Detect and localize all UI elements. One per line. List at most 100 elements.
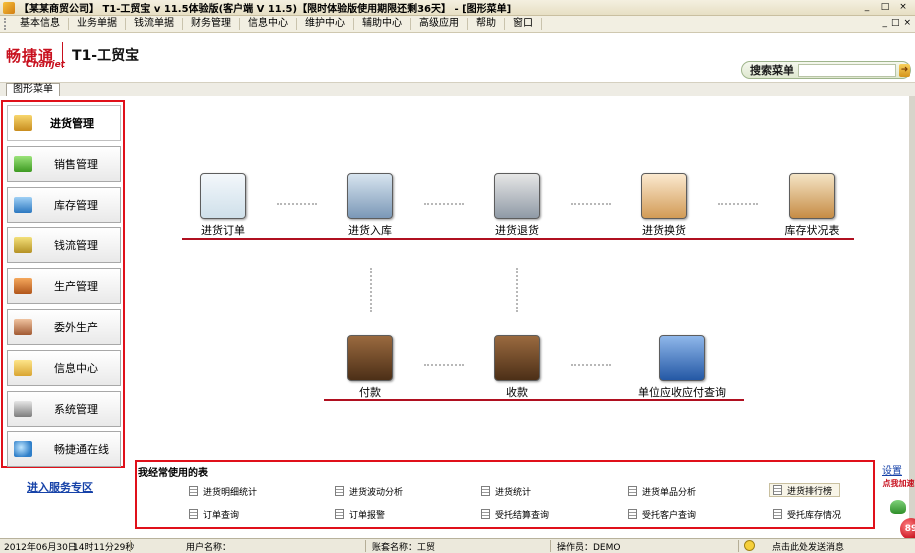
common-table-label: 订单查询	[203, 510, 240, 521]
document-icon	[628, 509, 637, 519]
common-table-link[interactable]: 进货排行榜	[769, 483, 841, 497]
status-date: 2012年06月30日	[4, 543, 77, 553]
sidebar-item-inventory[interactable]: 库存管理	[7, 186, 121, 223]
status-divider	[365, 540, 366, 552]
stock-status-icon	[789, 173, 835, 219]
sidebar-item-label: 畅捷通在线	[54, 443, 109, 457]
flow-label: 进货订单	[201, 224, 245, 237]
module-sidebar: 进货管理 销售管理 库存管理 钱流管理 生产管理 委外生产 信息中心 系统管理 …	[1, 100, 125, 468]
common-table-link[interactable]: 受托库存情况	[773, 507, 841, 521]
document-icon	[189, 486, 198, 496]
title-bar: 【某某商贸公司】 T1-工贸宝 v 11.5体验版(客户端 V 11.5)【限时…	[0, 0, 915, 16]
search-go-icon[interactable]: ➜	[899, 63, 910, 77]
sidebar-item-info[interactable]: 信息中心	[7, 349, 121, 386]
search-input[interactable]	[798, 63, 896, 77]
common-tables-settings-link[interactable]: 设置	[882, 462, 902, 477]
sidebar-item-label: 生产管理	[54, 280, 98, 294]
flow-purchase-return[interactable]: 进货退货	[477, 173, 557, 238]
window-controls: _ □ ×	[859, 1, 911, 14]
common-table-label: 订单报警	[349, 510, 386, 521]
document-icon	[773, 509, 782, 519]
purchase-exchange-icon	[641, 173, 687, 219]
purchase-order-icon	[200, 173, 246, 219]
common-table-link[interactable]: 进货单品分析	[628, 484, 696, 498]
common-table-label: 受托结算查询	[495, 510, 550, 521]
menu-maintenance[interactable]: 维护中心	[297, 18, 354, 30]
flow-payment[interactable]: 付款	[330, 335, 410, 400]
mdi-close-button[interactable]: ×	[903, 18, 911, 28]
menu-basic-info[interactable]: 基本信息	[12, 18, 69, 30]
menu-business-docs[interactable]: 业务单据	[69, 18, 126, 30]
status-user: 用户名称：	[186, 543, 232, 553]
product-name: T1-工贸宝	[72, 48, 140, 64]
cash-flow-icon	[14, 237, 32, 254]
common-table-label: 受托客户查询	[642, 510, 697, 521]
sidebar-item-system[interactable]: 系统管理	[7, 390, 121, 427]
status-account: 账套名称：工贸	[372, 543, 436, 553]
tab-graphic-menu[interactable]: 图形菜单	[6, 83, 60, 97]
send-message-link[interactable]: 点击此处发送消息	[772, 540, 844, 553]
document-icon	[189, 509, 198, 519]
close-button[interactable]: ×	[895, 1, 911, 14]
common-table-link[interactable]: 进货明细统计	[189, 484, 257, 498]
accelerator-widget[interactable]: 点我加速 89	[882, 478, 915, 540]
sidebar-item-outsourcing[interactable]: 委外生产	[7, 308, 121, 345]
flow-label: 付款	[359, 386, 381, 399]
maximize-button[interactable]: □	[877, 1, 893, 14]
flow-receipt[interactable]: 收款	[477, 335, 557, 400]
menu-help[interactable]: 帮助	[468, 18, 505, 30]
accelerator-tag: 点我加速	[882, 479, 915, 488]
accelerator-badge: 89	[900, 518, 915, 540]
sidebar-item-label: 库存管理	[54, 198, 98, 212]
sidebar-item-cash[interactable]: 钱流管理	[7, 227, 121, 264]
menu-advanced[interactable]: 高级应用	[411, 18, 468, 30]
flow-connector-vertical	[516, 268, 518, 312]
common-table-link[interactable]: 订单报警	[335, 507, 385, 521]
menu-finance[interactable]: 财务管理	[183, 18, 240, 30]
flow-row1-underline	[182, 238, 854, 240]
menu-search: 搜索菜单 ➜	[741, 61, 911, 79]
purchase-return-icon	[494, 173, 540, 219]
menu-info-center[interactable]: 信息中心	[240, 18, 297, 30]
common-table-link[interactable]: 受托结算查询	[481, 507, 549, 521]
search-label: 搜索菜单	[750, 64, 794, 77]
common-table-link[interactable]: 订单查询	[189, 507, 239, 521]
tab-strip: 图形菜单	[0, 82, 915, 97]
menu-grip	[4, 18, 8, 30]
window-title: 【某某商贸公司】 T1-工贸宝 v 11.5体验版(客户端 V 11.5)【限时…	[19, 4, 512, 15]
flow-stock-in[interactable]: 进货入库	[330, 173, 410, 238]
service-zone-link[interactable]: 进入服务专区	[27, 479, 93, 495]
menu-auxiliary[interactable]: 辅助中心	[354, 18, 411, 30]
flow-label: 进货换货	[642, 224, 686, 237]
status-divider	[550, 540, 551, 552]
common-table-label: 进货排行榜	[787, 486, 833, 497]
common-table-link[interactable]: 受托客户查询	[628, 507, 696, 521]
mdi-minimize-button[interactable]: _	[882, 18, 887, 28]
sidebar-item-label: 委外生产	[54, 320, 98, 334]
flow-receivable-query[interactable]: 单位应收应付查询	[622, 335, 742, 400]
sidebar-item-production[interactable]: 生产管理	[7, 268, 121, 305]
common-table-link[interactable]: 进货波动分析	[335, 484, 403, 498]
document-icon	[335, 486, 344, 496]
menu-cash-docs[interactable]: 钱流单据	[126, 18, 183, 30]
common-table-label: 进货单品分析	[642, 487, 697, 498]
status-divider	[738, 540, 739, 552]
mdi-restore-button[interactable]: □	[891, 18, 900, 28]
sidebar-item-label: 系统管理	[54, 402, 98, 416]
online-globe-icon	[14, 441, 32, 458]
common-table-label: 进货明细统计	[203, 487, 258, 498]
sidebar-item-online[interactable]: 畅捷通在线	[7, 431, 121, 468]
flow-purchase-exchange[interactable]: 进货换货	[624, 173, 704, 238]
sidebar-item-purchase[interactable]: 进货管理	[7, 105, 121, 141]
flow-stock-status[interactable]: 库存状况表	[772, 173, 852, 238]
sales-basket-icon	[14, 155, 32, 172]
flow-purchase-order[interactable]: 进货订单	[183, 173, 263, 238]
sidebar-item-sales[interactable]: 销售管理	[7, 145, 121, 182]
mdi-controls: _ □ ×	[882, 18, 911, 28]
outsourcing-icon	[14, 318, 32, 335]
menu-window[interactable]: 窗口	[505, 18, 542, 30]
minimize-button[interactable]: _	[859, 1, 875, 14]
sidebar-item-label: 钱流管理	[54, 239, 98, 253]
common-table-link[interactable]: 进货统计	[481, 484, 531, 498]
payment-chest-icon	[347, 335, 393, 381]
